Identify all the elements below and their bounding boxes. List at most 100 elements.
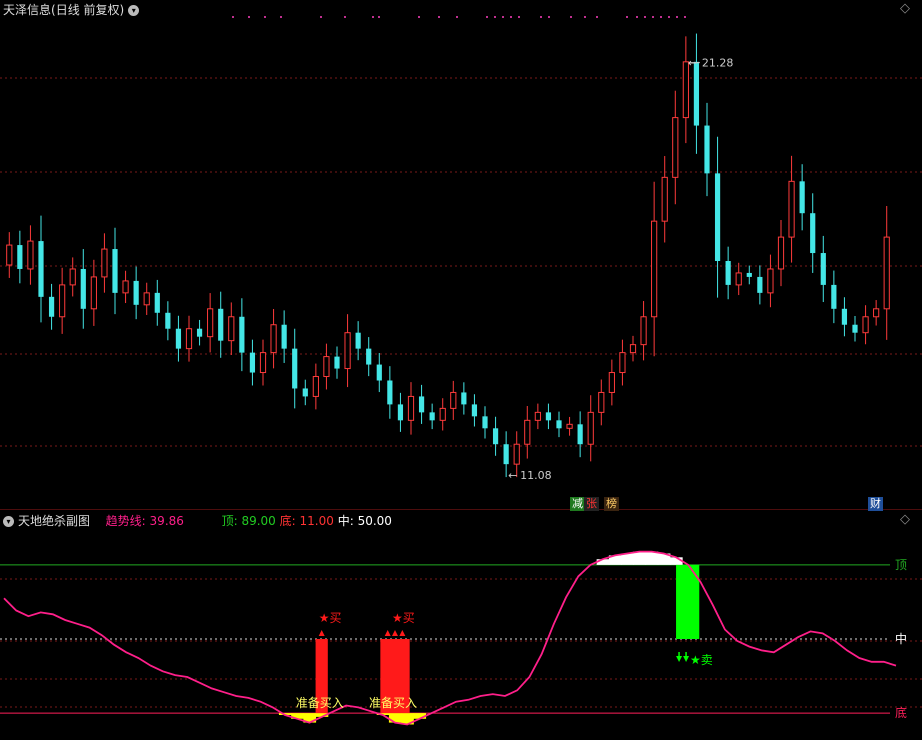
candle xyxy=(831,270,837,324)
candle-body-up xyxy=(27,240,34,270)
candle xyxy=(69,257,76,297)
candle-body-down xyxy=(577,424,583,445)
signal-dot xyxy=(540,16,542,18)
candle-body-up xyxy=(59,284,66,318)
signal-dot xyxy=(344,16,346,18)
indicator-pane[interactable]: ▾ 天地绝杀副图 趋势线: 39.86 顶: 89.00 底: 11.00 中: … xyxy=(0,511,922,740)
candle-body-up xyxy=(767,268,774,294)
candle-body-up xyxy=(608,372,615,393)
candle-body-up xyxy=(566,423,573,429)
candle xyxy=(185,315,193,362)
candle xyxy=(196,319,203,346)
signal-dot xyxy=(636,16,638,18)
candle-body-up xyxy=(185,328,193,350)
candle-body-down xyxy=(820,253,826,285)
candle xyxy=(48,283,55,330)
buy-arrow-icon xyxy=(384,630,391,636)
candle xyxy=(777,219,785,287)
candle-body-down xyxy=(429,412,435,421)
candle-body-up xyxy=(6,244,13,266)
candle xyxy=(112,227,118,315)
candle xyxy=(27,225,34,285)
signal-dot xyxy=(584,16,586,18)
buy-arrow-icon xyxy=(318,630,325,636)
candle xyxy=(661,156,668,243)
candle xyxy=(165,301,171,341)
candle-body-down xyxy=(334,356,340,369)
candle-body-up xyxy=(788,180,795,238)
badge-list[interactable]: 榜 xyxy=(604,497,619,511)
candle-body-up xyxy=(122,280,129,294)
candle-body-down xyxy=(17,245,23,269)
indicator-chart[interactable]: 顶中底 ★买准备买入 ★买准备买入 ★卖 xyxy=(0,511,922,740)
candle-body-up xyxy=(513,443,520,465)
candle-body-down xyxy=(725,261,731,285)
candle xyxy=(735,262,742,296)
candle xyxy=(799,164,805,231)
badge-finance[interactable]: 财 xyxy=(868,497,883,511)
price-pane[interactable]: 天泽信息(日线 前复权) ▾ ◇ ← 21.28 ← 11.08 减 张 榜 财 xyxy=(0,0,922,511)
signal-dot xyxy=(418,16,420,18)
trend-line xyxy=(3,550,897,726)
candle xyxy=(714,136,721,298)
low-price-label: 11.08 xyxy=(520,469,552,482)
candle-body-up xyxy=(101,248,108,278)
candle-body-up xyxy=(323,356,330,378)
bottom-level-label: 底 xyxy=(895,705,907,720)
candle xyxy=(640,301,647,361)
candle-body-up xyxy=(777,236,785,270)
candle xyxy=(704,102,710,197)
candle-body-down xyxy=(302,388,308,397)
candle-body-down xyxy=(112,249,118,293)
candle xyxy=(323,343,330,390)
price-chart[interactable]: ← 21.28← 11.08 xyxy=(0,0,922,510)
candle xyxy=(59,267,66,334)
candle-body-up xyxy=(524,419,531,445)
signal-dot xyxy=(652,16,654,18)
signal-dot xyxy=(264,16,266,18)
candle xyxy=(651,181,658,357)
badge-reduce[interactable]: 减 xyxy=(570,497,585,511)
candle-body-down xyxy=(376,364,382,381)
candle-body-down xyxy=(841,308,848,325)
candle-body-up xyxy=(407,395,415,421)
signal-dot xyxy=(486,16,488,18)
candle-body-up xyxy=(883,236,890,310)
candle xyxy=(143,282,150,315)
candle-body-up xyxy=(640,316,647,346)
candle-body-up xyxy=(143,292,150,306)
candle-body-down xyxy=(80,268,86,309)
candle xyxy=(757,265,763,305)
candle-body-down xyxy=(799,181,805,214)
candle xyxy=(334,346,340,379)
candle xyxy=(820,235,826,303)
candle-body-down xyxy=(366,348,372,365)
candle xyxy=(587,395,594,462)
candle xyxy=(852,315,858,342)
candle xyxy=(407,382,415,435)
candle-body-up xyxy=(735,272,742,286)
candle xyxy=(101,233,108,293)
candle-body-down xyxy=(355,332,361,349)
signal-dot xyxy=(510,16,512,18)
candle xyxy=(239,298,245,372)
signal-dot xyxy=(668,16,670,18)
candle-body-down xyxy=(482,416,488,429)
candle-body-down xyxy=(218,308,224,341)
signal-dot xyxy=(548,16,550,18)
candle-body-up xyxy=(439,407,446,421)
candle xyxy=(439,398,446,431)
candle xyxy=(366,337,372,377)
candle xyxy=(672,90,679,205)
candle xyxy=(312,363,319,410)
buy-arrow-icon xyxy=(399,630,406,636)
candle-body-down xyxy=(292,348,298,389)
badge-limit-up[interactable]: 张 xyxy=(584,497,599,511)
candle xyxy=(6,232,13,278)
prepare-buy-label: 准备买入 xyxy=(369,696,417,710)
candle-body-down xyxy=(196,328,203,337)
candle xyxy=(577,411,583,458)
candle xyxy=(534,403,541,430)
candle xyxy=(17,230,23,284)
candle-body-down xyxy=(714,173,721,261)
